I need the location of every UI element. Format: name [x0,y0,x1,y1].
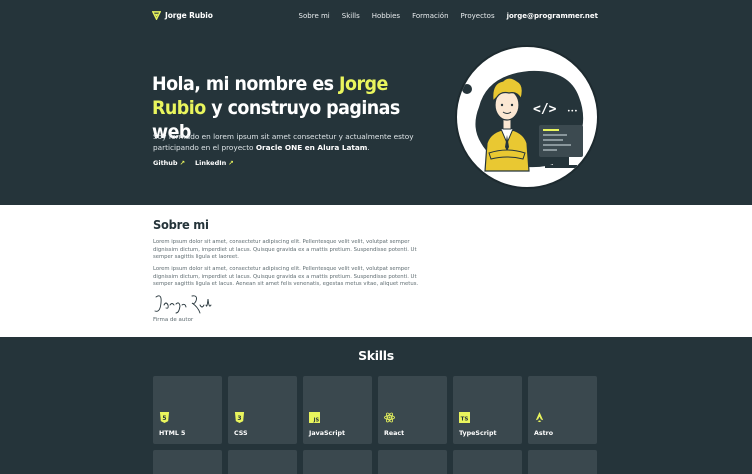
nav-link-proyectos[interactable]: Proyectos [461,12,495,20]
astro-icon [535,412,544,423]
skill-card [303,450,372,474]
hero-title-part1: Hola, mi nombre es [152,73,340,95]
nav-link-formacion[interactable]: Formación [412,12,448,20]
about-paragraph-1: Lorem ipsum dolor sit amet, consectetur … [153,239,417,261]
nav-link-sobre-mi[interactable]: Sobre mi [299,12,330,20]
nav-link-hobbies[interactable]: Hobbies [372,12,400,20]
skill-card [453,450,522,474]
svg-text:TS: TS [461,416,469,422]
nav-link-skills[interactable]: Skills [342,12,360,20]
linkedin-link-label: LinkedIn [195,159,227,167]
skills-title: Skills [358,348,394,363]
hero-desc-part2: . [367,143,370,152]
skills-grid: 5 HTML 5 3 CSS JS JavaScript React TS Ty… [153,376,597,474]
logo-link[interactable]: Jorge Rubio [152,11,213,20]
svg-text:3: 3 [237,415,241,422]
author-signature [154,295,212,314]
about-paragraph-2: Lorem ipsum dolor sit amet, consectetur … [153,266,419,288]
about-title: Sobre mi [153,217,209,232]
skill-card [228,450,297,474]
signature-label: Firma de autor [153,317,194,323]
skill-name: Astro [534,430,554,437]
skill-card [528,450,597,474]
arrow-up-right-icon: ↗ [179,159,186,167]
skill-card-astro: Astro [528,376,597,444]
skill-card-react: React [378,376,447,444]
skill-name: React [384,430,405,437]
hero-description: Soy formado en lorem ipsum sit amet cons… [153,131,431,153]
typescript-icon: TS [459,412,470,423]
css3-icon: 3 [234,412,245,423]
logo-text: Jorge Rubio [165,11,213,20]
skill-name: TypeScript [459,430,497,437]
developer-illustration: </> ••• [462,70,584,172]
skill-name: CSS [234,430,248,437]
skill-name: HTML 5 [159,430,186,437]
hero-desc-bold: Oracle ONE en Alura Latam [255,143,368,152]
skill-card-css: 3 CSS [228,376,297,444]
github-link-label: Github [153,159,178,167]
about-section: Sobre mi Lorem ipsum dolor sit amet, con… [0,205,752,337]
svg-text:</>: </> [533,102,557,117]
svg-text:•••: ••• [567,108,578,115]
hero-illustration: </> ••• [455,45,599,189]
skill-card-html5: 5 HTML 5 [153,376,222,444]
skill-card-javascript: JS JavaScript [303,376,372,444]
skill-card-typescript: TS TypeScript [453,376,522,444]
react-icon [384,412,395,423]
skill-name: JavaScript [309,430,345,437]
skill-card [378,450,447,474]
linkedin-link[interactable]: LinkedIn ↗ [195,159,234,167]
nav-link-email[interactable]: jorge@programmer.net [507,12,598,20]
hero-social-links: Github ↗ LinkedIn ↗ [153,159,234,167]
logo-icon [152,11,161,20]
skill-card [153,450,222,474]
svg-text:5: 5 [162,415,166,422]
html5-icon: 5 [159,412,170,423]
nav-links: Sobre mi Skills Hobbies Formación Proyec… [299,12,598,20]
top-navbar: Jorge Rubio Sobre mi Skills Hobbies Form… [0,0,752,34]
svg-text:JS: JS [313,418,320,423]
arrow-up-right-icon: ↗ [228,159,234,167]
github-link[interactable]: Github ↗ [153,159,185,167]
javascript-icon: JS [309,412,320,423]
